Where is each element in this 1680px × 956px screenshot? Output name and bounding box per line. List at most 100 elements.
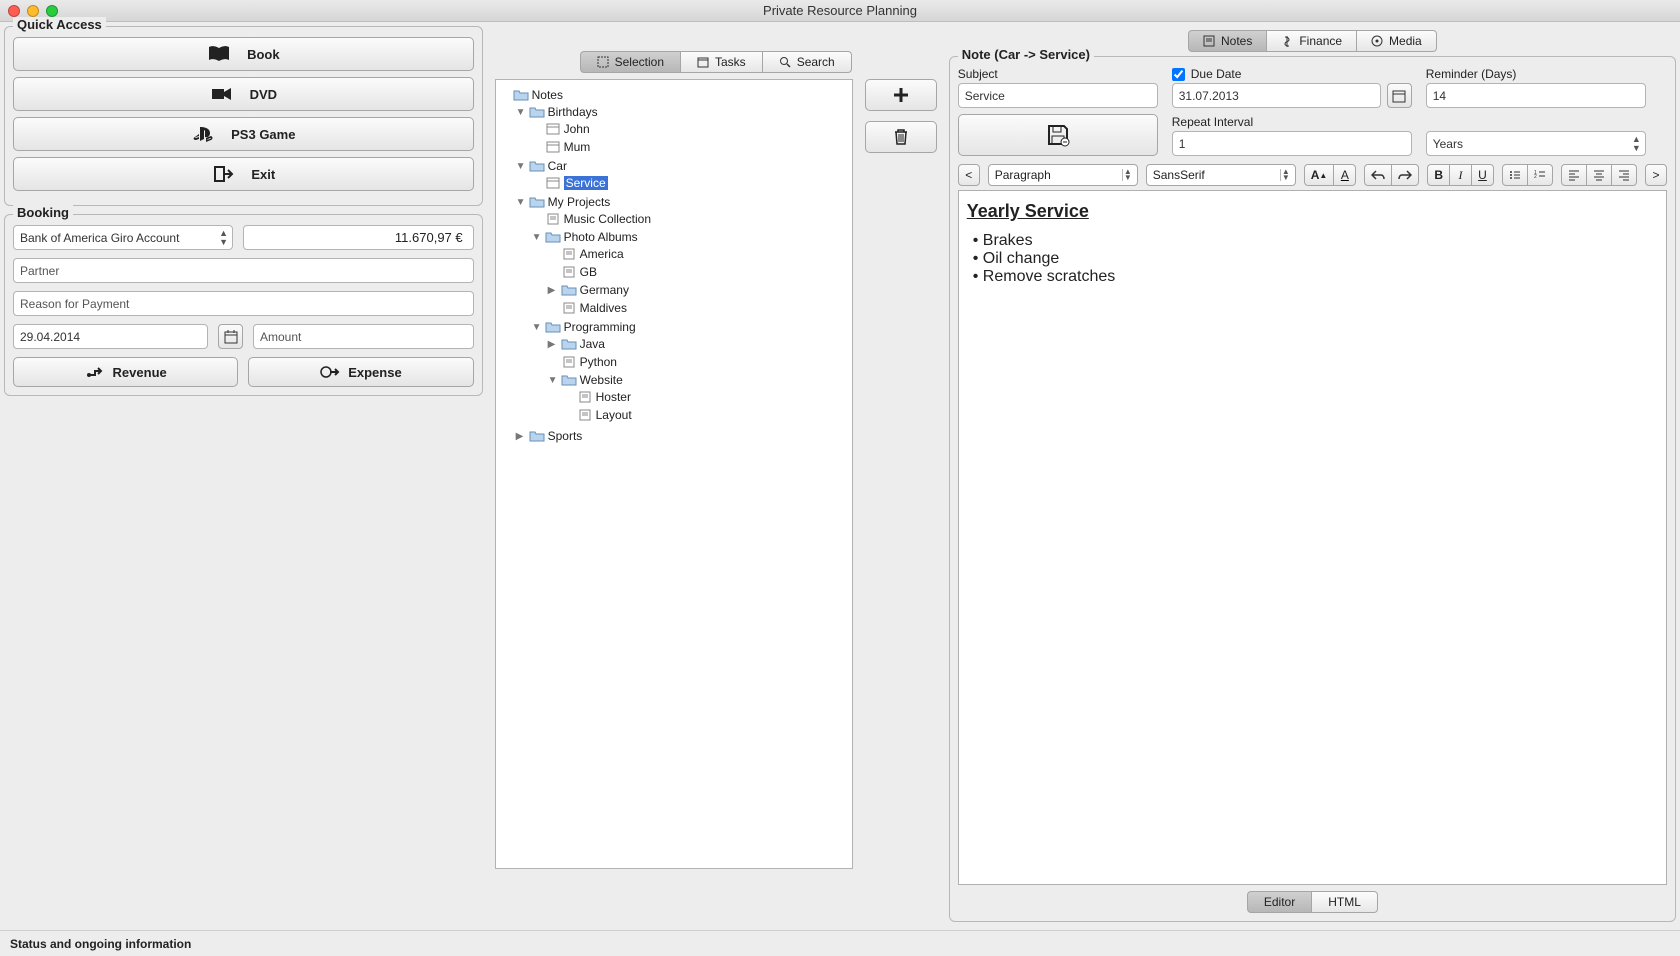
tab-notes[interactable]: Notes (1188, 30, 1267, 52)
tab-media-label: Media (1389, 34, 1422, 48)
note-icon (561, 356, 577, 368)
duedate-checkbox[interactable] (1172, 68, 1185, 81)
amount-input[interactable] (253, 324, 474, 349)
folder-icon (513, 89, 529, 101)
align-center-button[interactable] (1587, 164, 1612, 186)
book-button[interactable]: Book (13, 37, 474, 71)
zoom-window-button[interactable] (46, 5, 58, 17)
tree-john[interactable]: John (532, 121, 848, 137)
tree-germany[interactable]: ▶Germany (548, 282, 848, 298)
font-select[interactable]: SansSerif▲▼ (1146, 164, 1296, 186)
toolbar-next-button[interactable]: > (1645, 164, 1667, 186)
tree-myprojects[interactable]: ▼My Projects (516, 194, 848, 210)
tree-maldives[interactable]: Maldives (548, 300, 848, 316)
dvd-button[interactable]: DVD (13, 77, 474, 111)
minimize-window-button[interactable] (27, 5, 39, 17)
tab-selection[interactable]: Selection (580, 51, 681, 73)
media-tab-icon (1371, 35, 1383, 47)
italic-button[interactable]: I (1450, 164, 1472, 186)
tab-finance[interactable]: Finance (1267, 30, 1357, 52)
partner-input[interactable] (13, 258, 474, 283)
booking-legend: Booking (13, 205, 73, 220)
tree-america[interactable]: America (548, 246, 848, 262)
repeat-input[interactable] (1172, 131, 1412, 156)
tab-search[interactable]: Search (763, 51, 852, 73)
tree-photoalbums[interactable]: ▼Photo Albums (532, 229, 848, 245)
subject-label: Subject (958, 67, 1158, 81)
book-icon (207, 45, 231, 63)
chevron-updown-icon: ▲▼ (219, 229, 228, 247)
redo-button[interactable] (1392, 164, 1419, 186)
tree-music[interactable]: Music Collection (532, 211, 848, 227)
tree-layout[interactable]: Layout (564, 407, 848, 423)
duedate-label: Due Date (1191, 67, 1242, 81)
tab-tasks[interactable]: Tasks (681, 51, 763, 73)
tree-java[interactable]: ▶Java (548, 336, 848, 352)
html-view-tab[interactable]: HTML (1312, 891, 1378, 913)
notes-tree[interactable]: Notes ▼Birthdays John Mum ▼Car (495, 79, 853, 869)
editor-list-item: Remove scratches (973, 268, 1658, 286)
quick-access-legend: Quick Access (13, 17, 106, 32)
font-color-button[interactable]: A (1334, 164, 1356, 186)
underline-button[interactable]: U (1472, 164, 1494, 186)
delete-note-button[interactable] (865, 121, 937, 153)
list-bullet-button[interactable] (1502, 164, 1528, 186)
reason-input[interactable] (13, 291, 474, 316)
exit-button[interactable]: Exit (13, 157, 474, 191)
calendar-button[interactable] (218, 324, 243, 349)
note-editor[interactable]: Yearly Service Brakes Oil change Remove … (958, 190, 1667, 885)
traffic-lights (8, 5, 58, 17)
add-note-button[interactable] (865, 79, 937, 111)
paragraph-select[interactable]: Paragraph▲▼ (988, 164, 1138, 186)
align-right-icon (1618, 169, 1630, 181)
undo-button[interactable] (1364, 164, 1392, 186)
editor-list-item: Brakes (973, 232, 1658, 250)
font-size-up-button[interactable]: A▲ (1304, 164, 1335, 186)
chevron-updown-icon: ▲▼ (1632, 135, 1641, 153)
title-bar: Private Resource Planning (0, 0, 1680, 22)
tree-website[interactable]: ▼Website (548, 372, 848, 388)
tab-media[interactable]: Media (1357, 30, 1437, 52)
date-input[interactable] (13, 324, 208, 349)
tree-programming[interactable]: ▼Programming (532, 319, 848, 335)
folder-icon (529, 106, 545, 118)
bold-button[interactable]: B (1427, 164, 1450, 186)
tree-mum[interactable]: Mum (532, 139, 848, 155)
tree-hoster[interactable]: Hoster (564, 389, 848, 405)
align-right-button[interactable] (1612, 164, 1637, 186)
subject-input[interactable] (958, 83, 1158, 108)
toolbar-prev-button[interactable]: < (958, 164, 980, 186)
duedate-input[interactable] (1172, 83, 1381, 108)
reminder-input[interactable] (1426, 83, 1646, 108)
folder-icon (561, 338, 577, 350)
editor-view-tab[interactable]: Editor (1247, 891, 1312, 913)
tree-service[interactable]: Service (532, 175, 848, 191)
list-number-button[interactable]: 12 (1528, 164, 1553, 186)
tree-birthdays[interactable]: ▼Birthdays (516, 104, 848, 120)
revenue-button[interactable]: Revenue (13, 357, 238, 387)
repeat-unit-select[interactable]: Years ▲▼ (1426, 131, 1646, 156)
revenue-icon (85, 365, 105, 379)
tab-search-label: Search (797, 55, 835, 69)
note-icon (561, 248, 577, 260)
notes-tab-icon (1203, 35, 1215, 47)
note-icon (561, 266, 577, 278)
list-ul-icon (1509, 169, 1521, 181)
expense-button[interactable]: Expense (248, 357, 473, 387)
exit-icon (211, 165, 235, 183)
close-window-button[interactable] (8, 5, 20, 17)
duedate-calendar-button[interactable] (1387, 83, 1412, 108)
undo-icon (1371, 169, 1385, 181)
tree-sports[interactable]: ▶Sports (516, 428, 848, 444)
tree-root[interactable]: Notes (500, 87, 848, 103)
tree-python[interactable]: Python (548, 354, 848, 370)
center-tab-bar: Selection Tasks Search (495, 51, 937, 73)
plus-icon (892, 86, 910, 104)
repeat-label: Repeat Interval (1172, 115, 1412, 129)
account-select[interactable]: Bank of America Giro Account ▲▼ (13, 225, 233, 250)
save-button[interactable] (958, 114, 1158, 156)
ps3-button[interactable]: PS3 Game (13, 117, 474, 151)
tree-gb[interactable]: GB (548, 264, 848, 280)
align-left-button[interactable] (1561, 164, 1587, 186)
tree-car[interactable]: ▼Car (516, 158, 848, 174)
